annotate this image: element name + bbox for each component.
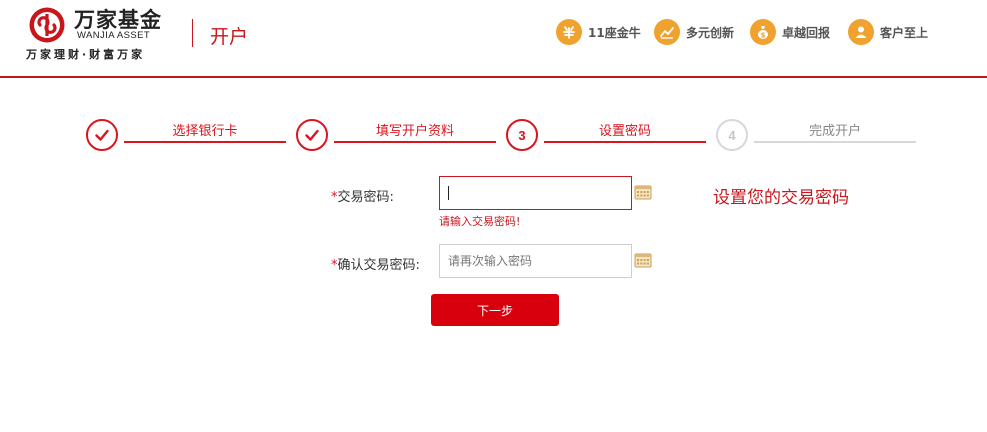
next-step-button[interactable]: 下一步 — [431, 294, 559, 326]
feature-label: 多元创新 — [686, 25, 735, 40]
brand-slogan: 万家理财·财富万家 — [26, 48, 146, 61]
password-input[interactable] — [439, 176, 632, 210]
header-divider — [192, 19, 193, 47]
logo-mark-icon — [29, 7, 65, 43]
step-1-check — [86, 119, 118, 151]
step-1-line — [124, 141, 286, 143]
step-4-label: 完成开户 — [808, 124, 861, 139]
confirm-password-label: *确认交易密码: — [331, 254, 420, 273]
step-1-label: 选择银行卡 — [172, 124, 238, 139]
feature-customer: 客户至上 — [848, 18, 928, 46]
feature-bull: 11座金牛 — [556, 18, 641, 46]
feature-label: 卓越回报 — [782, 25, 831, 40]
password-hint: 设置您的交易密码 — [713, 188, 849, 208]
confirm-label-text: 确认交易密码: — [337, 258, 420, 273]
feature-label: 客户至上 — [880, 25, 929, 40]
step-3-label: 设置密码 — [598, 124, 651, 139]
keyboard-icon[interactable] — [634, 251, 652, 269]
password-label-text: 交易密码: — [337, 190, 394, 205]
feature-returns: $ 卓越回报 — [750, 18, 830, 46]
step-4-line — [754, 141, 916, 143]
step-2-check — [296, 119, 328, 151]
page-title: 开户 — [210, 26, 249, 48]
step-3-number: 3 — [506, 119, 538, 151]
check-icon — [305, 129, 319, 141]
brand-en-name: WANJIA ASSET — [77, 30, 151, 41]
header-divider-line — [0, 76, 987, 78]
feature-label: 11座金牛 — [588, 25, 641, 40]
text-caret — [448, 186, 449, 200]
feature-innovation: 多元创新 — [654, 18, 734, 46]
money-bag-icon: $ — [750, 19, 776, 45]
svg-text:$: $ — [761, 32, 766, 40]
bull-icon — [556, 19, 582, 45]
password-error: 请输入交易密码! — [439, 215, 521, 228]
user-icon — [848, 19, 874, 45]
password-label: *交易密码: — [331, 186, 394, 205]
check-icon — [95, 129, 109, 141]
step-2-label: 填写开户资料 — [375, 124, 454, 139]
site-header: 万家基金 WANJIA ASSET 万家理财·财富万家 开户 11座金牛 多元创… — [0, 0, 987, 76]
keyboard-icon[interactable] — [634, 183, 652, 201]
brand-logo[interactable]: 万家基金 WANJIA ASSET 万家理财·财富万家 — [26, 4, 176, 66]
step-2-line — [334, 141, 496, 143]
step-4-number: 4 — [716, 119, 748, 151]
step-3-line — [544, 141, 706, 143]
chart-trend-icon — [654, 19, 680, 45]
confirm-password-input[interactable] — [439, 244, 632, 278]
